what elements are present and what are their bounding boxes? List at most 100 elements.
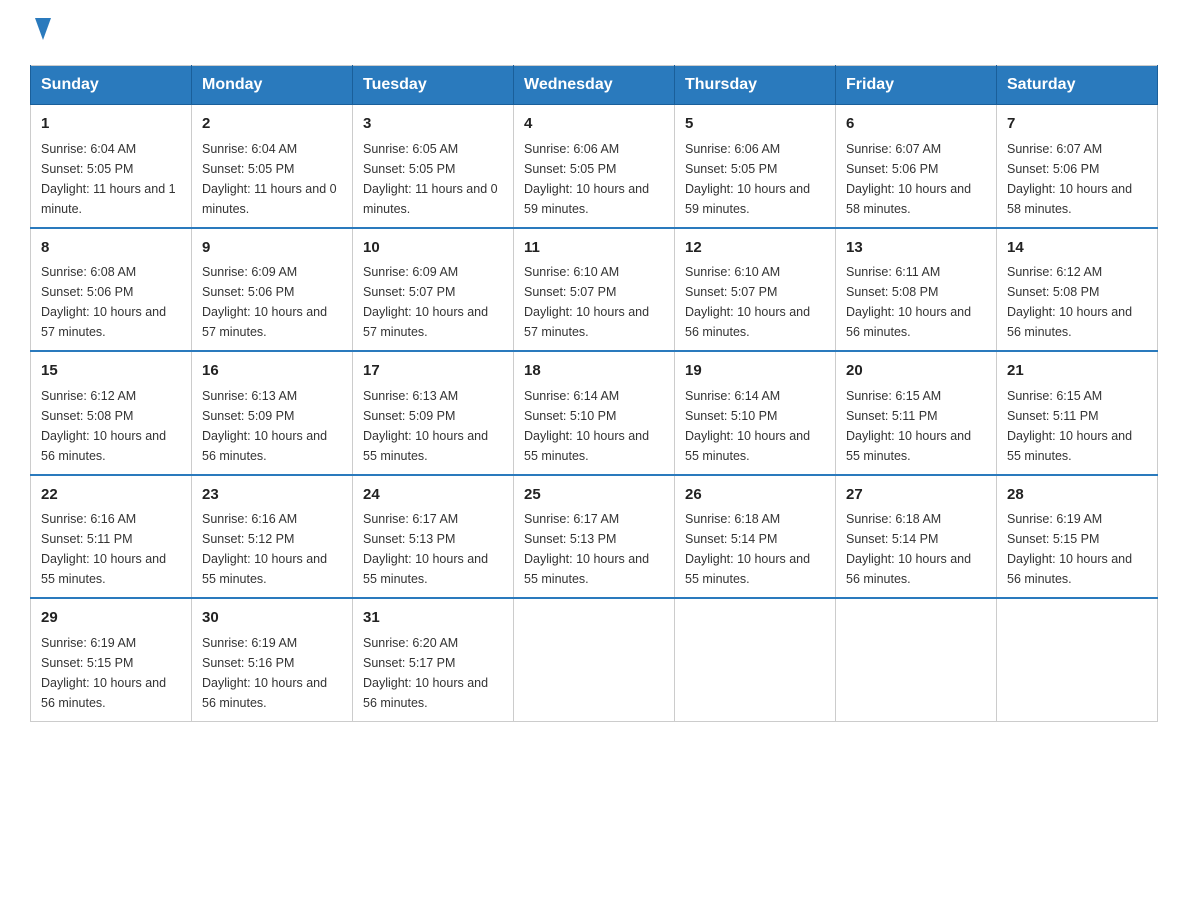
day-info: Sunrise: 6:17 AMSunset: 5:13 PMDaylight:… xyxy=(524,509,664,589)
table-row xyxy=(514,598,675,721)
table-row: 17 Sunrise: 6:13 AMSunset: 5:09 PMDaylig… xyxy=(353,351,514,475)
col-tuesday: Tuesday xyxy=(353,66,514,105)
table-row: 7 Sunrise: 6:07 AMSunset: 5:06 PMDayligh… xyxy=(997,105,1158,228)
table-row: 26 Sunrise: 6:18 AMSunset: 5:14 PMDaylig… xyxy=(675,475,836,599)
day-number: 31 xyxy=(363,607,503,630)
day-number: 26 xyxy=(685,484,825,507)
day-info: Sunrise: 6:08 AMSunset: 5:06 PMDaylight:… xyxy=(41,262,181,342)
calendar-week-row: 8 Sunrise: 6:08 AMSunset: 5:06 PMDayligh… xyxy=(31,228,1158,352)
day-info: Sunrise: 6:12 AMSunset: 5:08 PMDaylight:… xyxy=(41,386,181,466)
day-number: 6 xyxy=(846,113,986,136)
day-info: Sunrise: 6:13 AMSunset: 5:09 PMDaylight:… xyxy=(363,386,503,466)
col-friday: Friday xyxy=(836,66,997,105)
day-number: 30 xyxy=(202,607,342,630)
day-info: Sunrise: 6:07 AMSunset: 5:06 PMDaylight:… xyxy=(1007,139,1147,219)
table-row: 5 Sunrise: 6:06 AMSunset: 5:05 PMDayligh… xyxy=(675,105,836,228)
day-info: Sunrise: 6:04 AMSunset: 5:05 PMDaylight:… xyxy=(41,139,181,219)
day-info: Sunrise: 6:12 AMSunset: 5:08 PMDaylight:… xyxy=(1007,262,1147,342)
col-wednesday: Wednesday xyxy=(514,66,675,105)
day-info: Sunrise: 6:14 AMSunset: 5:10 PMDaylight:… xyxy=(685,386,825,466)
table-row: 25 Sunrise: 6:17 AMSunset: 5:13 PMDaylig… xyxy=(514,475,675,599)
day-number: 25 xyxy=(524,484,664,507)
day-number: 3 xyxy=(363,113,503,136)
day-number: 29 xyxy=(41,607,181,630)
day-number: 28 xyxy=(1007,484,1147,507)
table-row: 20 Sunrise: 6:15 AMSunset: 5:11 PMDaylig… xyxy=(836,351,997,475)
day-number: 19 xyxy=(685,360,825,383)
table-row: 30 Sunrise: 6:19 AMSunset: 5:16 PMDaylig… xyxy=(192,598,353,721)
day-number: 12 xyxy=(685,237,825,260)
day-number: 13 xyxy=(846,237,986,260)
day-number: 16 xyxy=(202,360,342,383)
day-info: Sunrise: 6:05 AMSunset: 5:05 PMDaylight:… xyxy=(363,139,503,219)
table-row: 18 Sunrise: 6:14 AMSunset: 5:10 PMDaylig… xyxy=(514,351,675,475)
table-row: 28 Sunrise: 6:19 AMSunset: 5:15 PMDaylig… xyxy=(997,475,1158,599)
day-info: Sunrise: 6:09 AMSunset: 5:06 PMDaylight:… xyxy=(202,262,342,342)
table-row: 24 Sunrise: 6:17 AMSunset: 5:13 PMDaylig… xyxy=(353,475,514,599)
table-row xyxy=(836,598,997,721)
day-number: 23 xyxy=(202,484,342,507)
calendar-header-row: Sunday Monday Tuesday Wednesday Thursday… xyxy=(31,66,1158,105)
table-row: 10 Sunrise: 6:09 AMSunset: 5:07 PMDaylig… xyxy=(353,228,514,352)
day-number: 27 xyxy=(846,484,986,507)
day-number: 15 xyxy=(41,360,181,383)
table-row: 11 Sunrise: 6:10 AMSunset: 5:07 PMDaylig… xyxy=(514,228,675,352)
day-number: 17 xyxy=(363,360,503,383)
day-number: 4 xyxy=(524,113,664,136)
day-info: Sunrise: 6:18 AMSunset: 5:14 PMDaylight:… xyxy=(685,509,825,589)
day-number: 7 xyxy=(1007,113,1147,136)
day-number: 21 xyxy=(1007,360,1147,383)
day-info: Sunrise: 6:16 AMSunset: 5:12 PMDaylight:… xyxy=(202,509,342,589)
day-info: Sunrise: 6:17 AMSunset: 5:13 PMDaylight:… xyxy=(363,509,503,589)
table-row: 12 Sunrise: 6:10 AMSunset: 5:07 PMDaylig… xyxy=(675,228,836,352)
table-row: 19 Sunrise: 6:14 AMSunset: 5:10 PMDaylig… xyxy=(675,351,836,475)
day-info: Sunrise: 6:11 AMSunset: 5:08 PMDaylight:… xyxy=(846,262,986,342)
table-row: 8 Sunrise: 6:08 AMSunset: 5:06 PMDayligh… xyxy=(31,228,192,352)
day-info: Sunrise: 6:06 AMSunset: 5:05 PMDaylight:… xyxy=(524,139,664,219)
logo-arrow-icon xyxy=(33,18,53,40)
day-info: Sunrise: 6:07 AMSunset: 5:06 PMDaylight:… xyxy=(846,139,986,219)
day-number: 5 xyxy=(685,113,825,136)
table-row: 3 Sunrise: 6:05 AMSunset: 5:05 PMDayligh… xyxy=(353,105,514,228)
day-info: Sunrise: 6:18 AMSunset: 5:14 PMDaylight:… xyxy=(846,509,986,589)
col-monday: Monday xyxy=(192,66,353,105)
table-row: 27 Sunrise: 6:18 AMSunset: 5:14 PMDaylig… xyxy=(836,475,997,599)
day-number: 9 xyxy=(202,237,342,260)
table-row xyxy=(675,598,836,721)
day-number: 10 xyxy=(363,237,503,260)
table-row: 9 Sunrise: 6:09 AMSunset: 5:06 PMDayligh… xyxy=(192,228,353,352)
day-info: Sunrise: 6:14 AMSunset: 5:10 PMDaylight:… xyxy=(524,386,664,466)
day-info: Sunrise: 6:10 AMSunset: 5:07 PMDaylight:… xyxy=(524,262,664,342)
table-row: 23 Sunrise: 6:16 AMSunset: 5:12 PMDaylig… xyxy=(192,475,353,599)
day-info: Sunrise: 6:15 AMSunset: 5:11 PMDaylight:… xyxy=(846,386,986,466)
calendar-table: Sunday Monday Tuesday Wednesday Thursday… xyxy=(30,65,1158,722)
day-number: 18 xyxy=(524,360,664,383)
table-row: 1 Sunrise: 6:04 AMSunset: 5:05 PMDayligh… xyxy=(31,105,192,228)
day-info: Sunrise: 6:19 AMSunset: 5:16 PMDaylight:… xyxy=(202,633,342,713)
col-sunday: Sunday xyxy=(31,66,192,105)
table-row: 4 Sunrise: 6:06 AMSunset: 5:05 PMDayligh… xyxy=(514,105,675,228)
day-number: 11 xyxy=(524,237,664,260)
day-info: Sunrise: 6:13 AMSunset: 5:09 PMDaylight:… xyxy=(202,386,342,466)
day-number: 14 xyxy=(1007,237,1147,260)
col-thursday: Thursday xyxy=(675,66,836,105)
table-row: 14 Sunrise: 6:12 AMSunset: 5:08 PMDaylig… xyxy=(997,228,1158,352)
calendar-week-row: 1 Sunrise: 6:04 AMSunset: 5:05 PMDayligh… xyxy=(31,105,1158,228)
day-info: Sunrise: 6:10 AMSunset: 5:07 PMDaylight:… xyxy=(685,262,825,342)
page-header xyxy=(30,20,1158,47)
table-row: 31 Sunrise: 6:20 AMSunset: 5:17 PMDaylig… xyxy=(353,598,514,721)
day-info: Sunrise: 6:16 AMSunset: 5:11 PMDaylight:… xyxy=(41,509,181,589)
day-info: Sunrise: 6:15 AMSunset: 5:11 PMDaylight:… xyxy=(1007,386,1147,466)
table-row: 29 Sunrise: 6:19 AMSunset: 5:15 PMDaylig… xyxy=(31,598,192,721)
day-number: 24 xyxy=(363,484,503,507)
day-info: Sunrise: 6:09 AMSunset: 5:07 PMDaylight:… xyxy=(363,262,503,342)
table-row: 16 Sunrise: 6:13 AMSunset: 5:09 PMDaylig… xyxy=(192,351,353,475)
day-info: Sunrise: 6:19 AMSunset: 5:15 PMDaylight:… xyxy=(1007,509,1147,589)
table-row: 2 Sunrise: 6:04 AMSunset: 5:05 PMDayligh… xyxy=(192,105,353,228)
day-number: 8 xyxy=(41,237,181,260)
table-row: 13 Sunrise: 6:11 AMSunset: 5:08 PMDaylig… xyxy=(836,228,997,352)
day-info: Sunrise: 6:20 AMSunset: 5:17 PMDaylight:… xyxy=(363,633,503,713)
table-row: 22 Sunrise: 6:16 AMSunset: 5:11 PMDaylig… xyxy=(31,475,192,599)
day-number: 2 xyxy=(202,113,342,136)
calendar-week-row: 22 Sunrise: 6:16 AMSunset: 5:11 PMDaylig… xyxy=(31,475,1158,599)
